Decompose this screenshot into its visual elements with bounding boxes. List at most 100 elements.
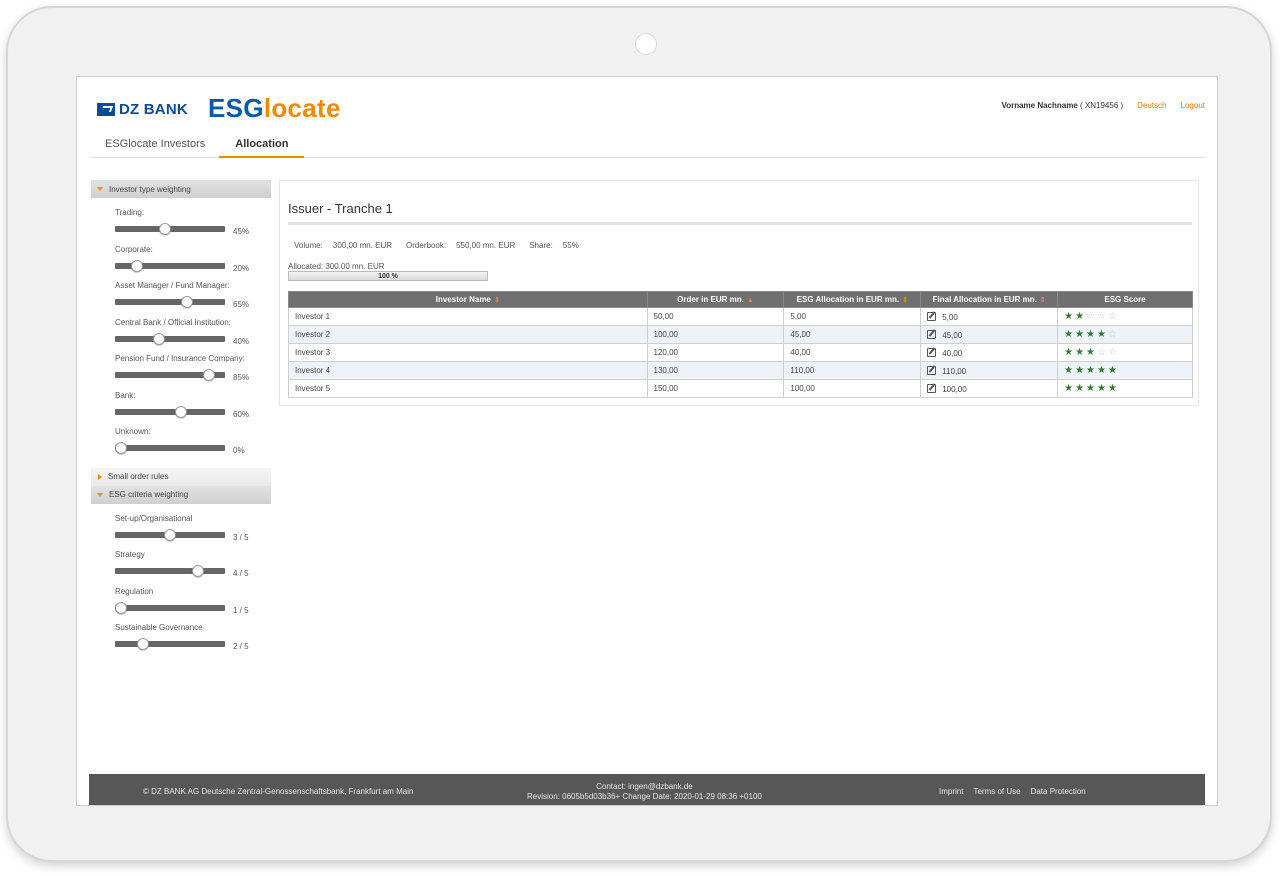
investor-type-slider-track[interactable] <box>115 442 225 454</box>
investor-type-slider-handle[interactable] <box>153 332 165 345</box>
footer-link-imprint[interactable]: Imprint <box>939 787 963 796</box>
col-order[interactable]: Order in EUR mn. ▲ <box>646 291 785 308</box>
sidebar: Investor type weighting Trading: 45% Corpo… <box>91 180 271 670</box>
esg-score-stars: ★★★☆☆ <box>1064 347 1119 358</box>
esg-criteria-slider-label: Sustainable Governance <box>115 623 203 632</box>
order-cell-text: 100,00 <box>653 330 678 339</box>
investor-type-slider-label: Asset Manager / Fund Manager: <box>115 281 230 290</box>
investor-type-slider-handle[interactable] <box>158 223 171 235</box>
camera-icon <box>635 33 657 55</box>
table-row[interactable]: Investor 3 120,00 40,00 40,00 ★★★☆☆ <box>288 343 1193 362</box>
investor-type-slider-label: Bank: <box>115 390 136 400</box>
col-esg-score[interactable]: ESG Score <box>1057 291 1193 308</box>
esg-criteria-slider-value: 2 / 5 <box>233 642 249 651</box>
investor-name-cell-text: Investor 2 <box>295 330 331 339</box>
investor-name-cell-text: Investor 4 <box>295 366 331 375</box>
language-link[interactable]: Deutsch <box>1137 101 1166 110</box>
esg-criteria-slider-track[interactable] <box>115 528 225 541</box>
col-investor-name[interactable]: Investor Name ⇕ <box>288 291 648 308</box>
investor-type-slider-handle[interactable] <box>175 405 187 418</box>
esg-criteria-slider-handle[interactable] <box>115 601 127 614</box>
star-filled-icon: ★ <box>1075 329 1087 340</box>
col-esg-score-label: ESG Score <box>1104 295 1146 304</box>
small-order-section-header[interactable]: Small order rules <box>91 467 271 486</box>
app-logo-esg: ESG <box>208 93 264 123</box>
table-row[interactable]: Investor 4 130,00 110,00 110,00 ★★★★★ <box>288 361 1193 380</box>
edit-icon[interactable] <box>927 329 937 339</box>
investor-type-slider-track[interactable] <box>115 405 225 418</box>
investor-type-slider-handle[interactable] <box>115 442 127 454</box>
esg-criteria-slider-track[interactable] <box>115 601 225 614</box>
investor-type-slider-track[interactable] <box>115 223 225 235</box>
panel-title: Issuer - Tranche 1 <box>288 201 393 216</box>
order-cell: 130,00 <box>646 361 785 380</box>
table-body: Investor 1 50,00 5,00 5,00 ★★☆☆☆ Investor 2 10… <box>288 307 1193 398</box>
investor-type-slider-label: Corporate: <box>115 244 153 254</box>
edit-icon[interactable] <box>927 347 937 357</box>
col-final-allocation[interactable]: Final Allocation in EUR mn. ⇕ <box>920 291 1059 308</box>
user-id: ( XN19456 ) <box>1080 101 1124 110</box>
esg-criteria-slider-row: Strategy 4 / 5 <box>115 548 271 585</box>
app-screen: DZ BANK ESGlocate Vorname Nachname ( XN1… <box>76 76 1218 806</box>
footer-link-terms[interactable]: Terms of Use <box>973 787 1020 796</box>
investor-name-cell-text: Investor 5 <box>295 384 331 393</box>
table-row[interactable]: Investor 2 100,00 45,00 45,00 ★★★★☆ <box>288 325 1193 344</box>
star-empty-icon: ☆ <box>1107 329 1119 340</box>
esg-criteria-slider-handle[interactable] <box>136 638 149 650</box>
esg-criteria-slider-row: Set-up/Organisational 3 / 5 <box>115 512 271 549</box>
allocated-text: Allocated: 300.00 mn. EUR <box>288 262 385 271</box>
esg-criteria-slider-row: Sustainable Governance 2 / 5 <box>115 621 271 658</box>
share-info: Share: 55% <box>529 241 579 250</box>
esg-allocation-cell: 45,00 <box>783 325 922 344</box>
esg-score-cell: ★★★☆☆ <box>1057 343 1193 362</box>
investor-type-slider-handle[interactable] <box>180 296 193 308</box>
investor-type-section-header[interactable]: Investor type weighting <box>91 180 271 198</box>
edit-icon[interactable] <box>927 311 937 321</box>
investor-type-slider-handle[interactable] <box>202 369 215 381</box>
investor-name-cell: Investor 4 <box>288 361 648 380</box>
edit-icon[interactable] <box>927 383 937 393</box>
edit-icon[interactable] <box>927 365 937 375</box>
esg-criteria-slider-value: 1 / 5 <box>233 605 249 615</box>
final-allocation-value: 110,00 <box>942 366 967 376</box>
investor-name-cell: Investor 5 <box>288 379 648 398</box>
esg-score-stars: ★★★★★ <box>1064 365 1119 376</box>
investor-type-slider-track[interactable] <box>115 332 225 345</box>
volume-info: Volume: 300,00 mn. EUR <box>294 241 392 250</box>
tab-allocation[interactable]: Allocation <box>219 132 305 158</box>
tab-esglocate-investors[interactable]: ESGlocate Investors <box>91 132 219 158</box>
final-allocation-cell: 100,00 <box>920 379 1059 398</box>
footer-link-data-protection[interactable]: Data Protection <box>1031 787 1086 796</box>
order-cell: 100,00 <box>646 325 785 344</box>
orderbook-label: Orderbook: <box>406 241 447 250</box>
order-cell-text: 130,00 <box>653 366 678 375</box>
investor-type-slider-label: Trading: <box>115 208 145 217</box>
esg-criteria-slider-track[interactable] <box>115 565 225 577</box>
volume-value: 300,00 mn. EUR <box>332 241 393 250</box>
investor-type-slider-track[interactable] <box>115 259 225 272</box>
star-filled-icon: ★ <box>1086 347 1097 358</box>
star-filled-icon: ★ <box>1064 383 1076 394</box>
footer-contact[interactable]: Contact: ingen@dzbank.de <box>527 782 762 792</box>
esg-criteria-slider-handle[interactable] <box>191 565 204 577</box>
investor-type-slider-track[interactable] <box>115 296 225 308</box>
investor-type-slider-value: 0% <box>233 446 245 455</box>
esg-criteria-slider-handle[interactable] <box>164 528 176 541</box>
esg-criteria-slider-track[interactable] <box>115 638 225 650</box>
esg-criteria-section-header[interactable]: ESG criteria weighting <box>91 485 271 504</box>
table-row[interactable]: Investor 5 150,00 100,00 100,00 ★★★★★ <box>288 379 1193 398</box>
investor-type-slider-handle[interactable] <box>131 259 143 272</box>
investor-name-cell: Investor 2 <box>288 325 648 344</box>
final-allocation-cell: 45,00 <box>920 325 1059 344</box>
col-esg-allocation[interactable]: ESG Allocation in EUR mn. ⇕ <box>783 291 922 308</box>
star-filled-icon: ★ <box>1064 365 1076 376</box>
star-empty-icon: ☆ <box>1107 311 1119 322</box>
logout-link[interactable]: Logout <box>1181 101 1205 110</box>
investor-type-slider-row: Asset Manager / Fund Manager: 65% <box>115 279 271 316</box>
esg-allocation-cell: 110,00 <box>783 361 922 380</box>
esg-score-cell: ★★☆☆☆ <box>1057 307 1193 326</box>
investor-type-slider-track[interactable] <box>115 369 225 381</box>
final-allocation-value: 45,00 <box>942 330 963 340</box>
table-row[interactable]: Investor 1 50,00 5,00 5,00 ★★☆☆☆ <box>288 307 1193 326</box>
investor-type-sliders: Trading: 45% Corporate: 20% Asset Manager / … <box>91 198 271 468</box>
